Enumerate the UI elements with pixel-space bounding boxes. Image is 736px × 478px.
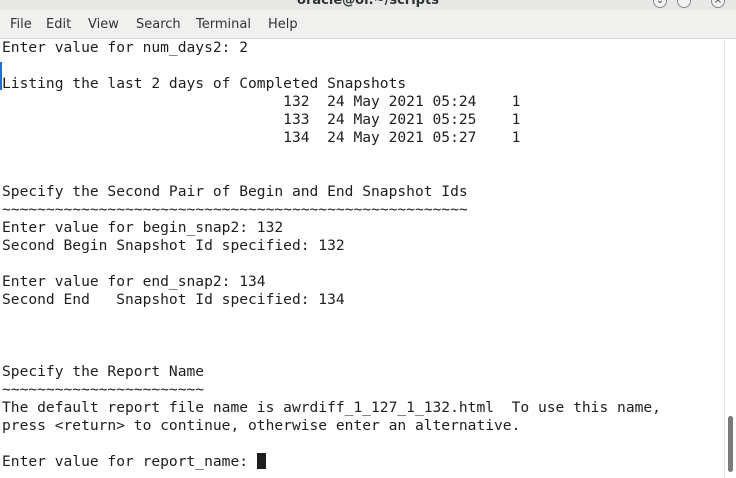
title-bar[interactable]: oracle@ol:~/scripts ⌄ × — [0, 0, 736, 10]
terminal-line: Second End Snapshot Id specified: 134 — [2, 291, 345, 308]
terminal-output[interactable]: Enter value for num_days2: 2 Listing the… — [0, 39, 724, 478]
terminal-line: ~~~~~~~~~~~~~~~~~~~~~~~~~~~~~~~~~~~~~~~~… — [2, 201, 468, 218]
terminal-line: The default report file name is awrdiff_… — [2, 399, 661, 416]
menu-view[interactable]: View — [88, 17, 119, 32]
terminal-line: Enter value for end_snap2: 134 — [2, 273, 266, 290]
menu-bar: File Edit View Search Terminal Help — [0, 10, 736, 39]
text-cursor — [256, 453, 266, 469]
terminal-line: Specify the Second Pair of Begin and End… — [2, 183, 468, 200]
terminal-line: 132 24 May 2021 05:24 1 — [2, 93, 521, 110]
menu-help[interactable]: Help — [268, 17, 298, 32]
terminal-window: oracle@ol:~/scripts ⌄ × File Edit View S… — [0, 0, 736, 478]
terminal-line: Second Begin Snapshot Id specified: 132 — [2, 237, 345, 254]
menu-terminal[interactable]: Terminal — [196, 17, 251, 32]
menu-file[interactable]: File — [10, 17, 32, 32]
scrollbar-thumb[interactable] — [728, 416, 733, 472]
terminal-line: Enter value for num_days2: 2 — [2, 39, 249, 56]
terminal-line: Specify the Report Name — [2, 363, 205, 380]
menu-search[interactable]: Search — [136, 17, 181, 32]
terminal-line: 133 24 May 2021 05:25 1 — [2, 111, 521, 128]
prompt-text: Enter value for report_name: — [2, 453, 257, 470]
window-title: oracle@ol:~/scripts — [297, 0, 439, 8]
terminal-line: Listing the last 2 days of Completed Sna… — [2, 75, 407, 92]
menu-edit[interactable]: Edit — [46, 17, 71, 32]
terminal-line: ~~~~~~~~~~~~~~~~~~~~~~~ — [2, 381, 205, 398]
terminal-prompt-line[interactable]: Enter value for report_name: — [2, 453, 266, 471]
vertical-scrollbar[interactable] — [724, 39, 736, 478]
terminal-line: press <return> to continue, otherwise en… — [2, 417, 521, 434]
terminal-line: Enter value for begin_snap2: 132 — [2, 219, 284, 236]
terminal-line: 134 24 May 2021 05:27 1 — [2, 129, 521, 146]
selection-edge-marker — [0, 62, 2, 90]
